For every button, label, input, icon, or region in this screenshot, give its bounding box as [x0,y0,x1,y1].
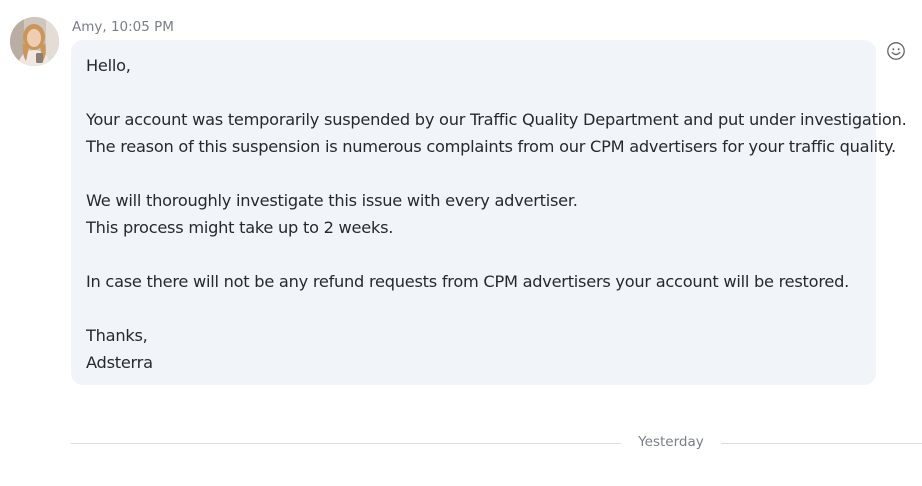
message-bubble: Hello, Your account was temporarily suspe… [71,40,907,385]
message-text-line: Your account was temporarily suspended b… [86,110,907,129]
message-text-line: We will thoroughly investigate this issu… [86,191,578,210]
add-reaction-button[interactable] [886,41,906,61]
avatar[interactable] [10,17,59,66]
divider-line-right [721,443,922,444]
message-text-line: The reason of this suspension is numerou… [86,137,896,156]
message-sender-time: Amy, 10:05 PM [72,19,174,35]
message-text-line: Hello, [86,56,131,75]
smiley-face-icon [887,42,905,60]
divider-line-left [71,443,621,444]
message-text-line: Thanks, [86,326,148,345]
date-divider-label: Yesterday [638,434,704,450]
chat-view: Amy, 10:05 PM Hello, Your account was tem… [0,0,922,486]
message-text-line: In case there will not be any refund req… [86,272,849,291]
message-text-line: This process might take up to 2 weeks. [86,218,394,237]
user-photo-icon [10,17,59,66]
date-divider: Yesterday [71,433,922,453]
message-text-line: Adsterra [86,353,153,372]
